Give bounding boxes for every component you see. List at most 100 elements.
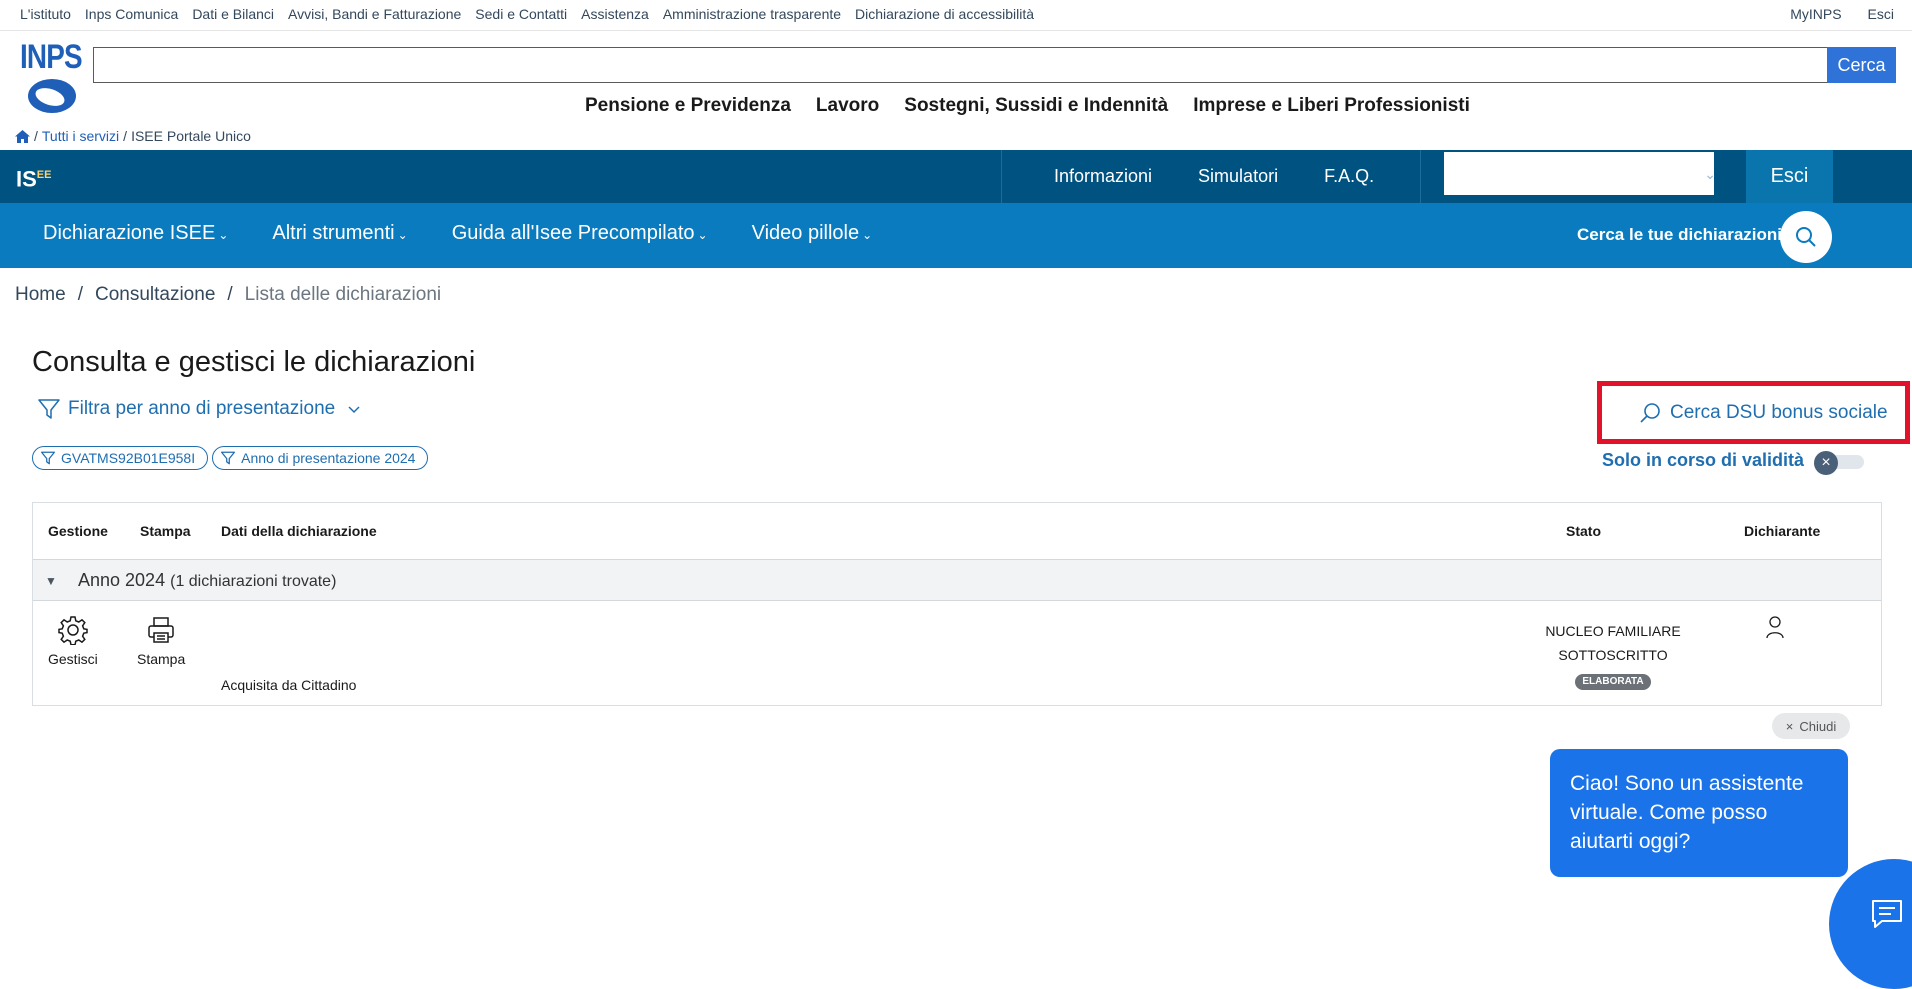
- breadcrumb-sep: /: [227, 284, 233, 305]
- header-dichiarante: Dichiarante: [1744, 523, 1821, 539]
- chevron-down-icon: ⌄: [862, 228, 873, 242]
- stato-line-2: SOTTOSCRITTO: [1558, 647, 1668, 663]
- cerca-dsu-bonus-sociale-button[interactable]: Cerca DSU bonus sociale: [1597, 381, 1910, 444]
- year-label: Anno 2024: [78, 570, 166, 590]
- subnav-items: Dichiarazione ISEE ⌄ Altri strumenti ⌄ Gui…: [43, 222, 872, 245]
- nav-sostegni[interactable]: Sostegni, Sussidi e Indennità: [904, 95, 1168, 117]
- stato-line-1: NUCLEO FAMILIARE: [1545, 623, 1681, 639]
- subnav-label: Altri strumenti: [272, 222, 395, 244]
- profile-select[interactable]: ⌄: [1444, 152, 1716, 195]
- chevron-down-icon: [348, 406, 360, 414]
- status-badge: ELABORATA: [1575, 674, 1651, 690]
- utility-link-sedi[interactable]: Sedi e Contatti: [475, 6, 567, 22]
- breadcrumb-sep: /: [77, 284, 83, 305]
- myinps-link[interactable]: MyINPS: [1790, 6, 1841, 22]
- inps-logo-text: INPS: [20, 38, 83, 76]
- isee-nav-faq[interactable]: F.A.Q.: [1324, 166, 1374, 187]
- utility-link-trasparente[interactable]: Amministrazione trasparente: [663, 6, 841, 22]
- chevron-down-icon: ⌄: [397, 228, 408, 242]
- active-filters: GVATMS92B01E958I Anno di presentazione 2…: [32, 446, 429, 470]
- breadcrumb: Home / Consultazione / Lista delle dichi…: [15, 284, 441, 306]
- chat-close-label: Chiudi: [1799, 718, 1837, 734]
- breadcrumb-top-sep: /: [34, 128, 38, 144]
- utility-link-comunica[interactable]: Inps Comunica: [85, 6, 178, 22]
- utility-link-istituto[interactable]: L'istituto: [20, 6, 71, 22]
- breadcrumb-isee-portale: ISEE Portale Unico: [131, 128, 251, 144]
- table-row: Gestisci Stampa Acquisita da Cittadino N…: [33, 601, 1881, 705]
- nav-imprese[interactable]: Imprese e Liberi Professionisti: [1193, 95, 1470, 117]
- chat-close-button[interactable]: × Chiudi: [1772, 713, 1850, 739]
- subnav-dichiarazione-isee[interactable]: Dichiarazione ISEE ⌄: [43, 222, 228, 245]
- main-nav: Pensione e Previdenza Lavoro Sostegni, S…: [585, 95, 1470, 117]
- utility-link-dati-bilanci[interactable]: Dati e Bilanci: [192, 6, 274, 22]
- site-search-input[interactable]: [93, 47, 1827, 83]
- acquisita-text: Acquisita da Cittadino: [221, 677, 357, 693]
- filter-year-dropdown[interactable]: Filtra per anno di presentazione: [38, 398, 361, 420]
- cerca-dichiarazioni-label: Cerca le tue dichiarazioni: [1577, 225, 1783, 244]
- filter-chip-codice-fiscale[interactable]: GVATMS92B01E958I: [32, 446, 209, 470]
- isee-nav-simulatori[interactable]: Simulatori: [1198, 166, 1278, 187]
- subnav-video-pillole[interactable]: Video pillole ⌄: [752, 222, 873, 245]
- filter-icon: [41, 451, 55, 465]
- isee-logo-text: IS: [16, 166, 37, 192]
- nav-pensione[interactable]: Pensione e Previdenza: [585, 95, 791, 117]
- chat-launcher-button[interactable]: [1829, 859, 1912, 989]
- home-icon[interactable]: [15, 129, 30, 143]
- year-group-row[interactable]: ▼ Anno 2024 (1 dichiarazioni trovate): [33, 559, 1881, 601]
- utility-link-assistenza[interactable]: Assistenza: [581, 6, 649, 22]
- chevron-down-icon: ⌄: [1704, 166, 1716, 182]
- utility-link-avvisi[interactable]: Avvisi, Bandi e Fatturazione: [288, 6, 461, 22]
- stampa-label: Stampa: [137, 651, 186, 667]
- breadcrumb-current: Lista delle dichiarazioni: [244, 284, 442, 305]
- year-count: (1 dichiarazioni trovate): [170, 573, 337, 590]
- breadcrumb-home[interactable]: Home: [15, 284, 66, 306]
- chip-label: Anno di presentazione 2024: [241, 450, 416, 466]
- nav-lavoro[interactable]: Lavoro: [816, 95, 879, 117]
- utility-esci-link[interactable]: Esci: [1868, 6, 1894, 22]
- table-header: Gestione Stampa Dati della dichiarazione…: [33, 503, 1881, 559]
- breadcrumb-tutti-servizi[interactable]: Tutti i servizi: [42, 128, 119, 144]
- site-search-button[interactable]: Cerca: [1827, 47, 1896, 83]
- filter-chip-anno[interactable]: Anno di presentazione 2024: [212, 446, 429, 470]
- breadcrumb-top-sep: /: [123, 128, 128, 144]
- subnav-label: Video pillole: [751, 222, 860, 244]
- breadcrumb-top: / Tutti i servizi / ISEE Portale Unico: [15, 128, 251, 144]
- stampa-button[interactable]: Stampa: [137, 615, 185, 667]
- isee-logo[interactable]: ISEE: [16, 163, 51, 191]
- inps-logo[interactable]: INPS: [20, 40, 84, 116]
- stato-cell: NUCLEO FAMILIARE SOTTOSCRITTO ELABORATA: [1513, 619, 1713, 691]
- utility-right: MyINPS Esci: [1790, 6, 1894, 22]
- gestisci-button[interactable]: Gestisci: [48, 615, 98, 667]
- chevron-down-icon: ⌄: [218, 228, 229, 242]
- divider: [1001, 150, 1002, 203]
- filter-icon: [38, 399, 60, 419]
- header-stato: Stato: [1566, 523, 1601, 539]
- isee-logo-sup: EE: [36, 169, 52, 181]
- subnav-altri-strumenti[interactable]: Altri strumenti ⌄: [272, 222, 407, 245]
- gestisci-label: Gestisci: [48, 651, 98, 667]
- cerca-dichiarazioni-button[interactable]: [1780, 211, 1832, 263]
- year-group-label: Anno 2024 (1 dichiarazioni trovate): [78, 570, 336, 591]
- caret-down-icon: ▼: [45, 574, 57, 588]
- chat-icon: [1872, 900, 1902, 928]
- chat-bubble[interactable]: Ciao! Sono un assistente virtuale. Come …: [1550, 749, 1848, 877]
- solo-validita-label: Solo in corso di validità: [1602, 450, 1805, 470]
- utility-link-accessibilita[interactable]: Dichiarazione di accessibilità: [855, 6, 1034, 22]
- top-utility-bar: L'istituto Inps Comunica Dati e Bilanci …: [0, 0, 1912, 31]
- isee-nav-informazioni[interactable]: Informazioni: [1054, 166, 1152, 187]
- subnav-guida[interactable]: Guida all'Isee Precompilato ⌄: [452, 222, 708, 245]
- isee-esci-button[interactable]: Esci: [1746, 150, 1833, 203]
- chip-label: GVATMS92B01E958I: [61, 450, 196, 466]
- isee-subnav: Dichiarazione ISEE ⌄ Altri strumenti ⌄ Gui…: [0, 203, 1912, 268]
- close-icon: ×: [1814, 451, 1838, 475]
- isee-nav: Informazioni Simulatori F.A.Q.: [1054, 166, 1374, 187]
- page-title: Consulta e gestisci le dichiarazioni: [32, 346, 476, 378]
- solo-validita-toggle[interactable]: ×: [1814, 451, 1866, 475]
- gear-icon: [58, 616, 88, 645]
- filter-label: Filtra per anno di presentazione: [68, 398, 336, 419]
- dichiarante-button[interactable]: [1765, 615, 1785, 639]
- user-icon: [1766, 616, 1784, 639]
- filter-icon: [221, 451, 236, 465]
- utility-links: L'istituto Inps Comunica Dati e Bilanci …: [20, 6, 1034, 22]
- breadcrumb-consultazione[interactable]: Consultazione: [95, 284, 215, 306]
